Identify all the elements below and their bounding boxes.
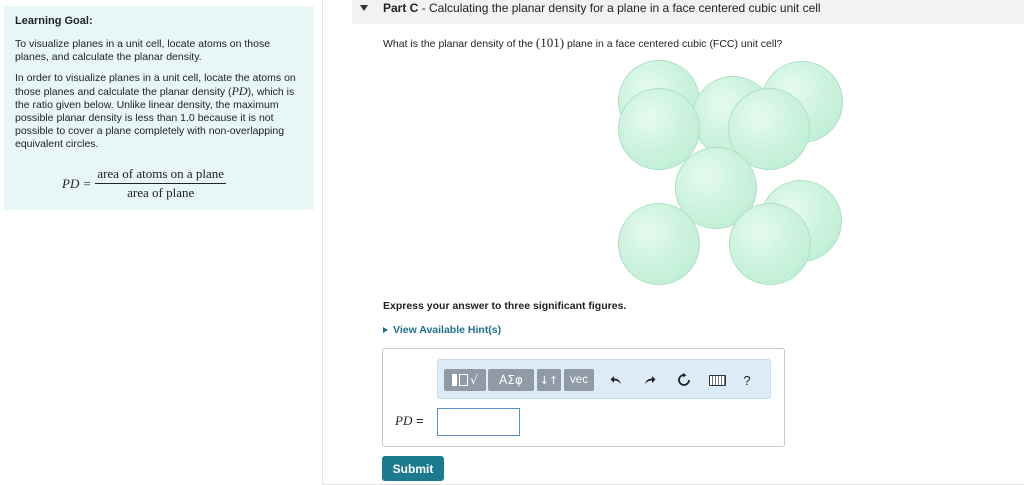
learning-goal-description: In order to visualize planes in a unit c… <box>15 72 303 151</box>
formula-numerator: area of atoms on a plane <box>95 166 227 184</box>
greek-symbols-button[interactable]: ΑΣφ <box>488 369 534 391</box>
answer-box: √ ΑΣφ ↓↑ vec ? PD = <box>382 348 785 447</box>
view-hints-link[interactable]: View Available Hint(s) <box>383 324 501 336</box>
formula-lhs: PD = <box>62 175 92 191</box>
redo-icon[interactable] <box>642 369 658 391</box>
plane-index: (101) <box>535 35 565 50</box>
learning-goal-title: Learning Goal: <box>15 15 93 27</box>
help-icon[interactable]: ? <box>741 369 753 391</box>
submit-button[interactable]: Submit <box>382 456 444 481</box>
math-toolbar: √ ΑΣφ ↓↑ vec ? <box>437 359 771 399</box>
atom-sphere <box>618 203 700 285</box>
answer-instruction: Express your answer to three significant… <box>383 300 627 312</box>
atom-sphere <box>729 203 811 285</box>
planar-density-formula: PD = area of atoms on a plane area of pl… <box>62 166 227 201</box>
answer-variable: PD <box>395 413 413 428</box>
undo-icon[interactable] <box>608 369 624 391</box>
formula-denominator: area of plane <box>127 185 195 200</box>
pd-symbol: PD <box>231 84 248 98</box>
fcc-atom-figure <box>610 58 850 293</box>
part-title-text: Calculating the planar density for a pla… <box>429 0 821 15</box>
part-title: Part C - Calculating the planar density … <box>383 1 821 15</box>
part-separator: - <box>418 0 430 15</box>
hint-link-label[interactable]: View Available Hint(s) <box>393 324 501 336</box>
question-after: plane in a face centered cubic (FCC) uni… <box>564 38 783 50</box>
answer-label: PD = <box>395 413 424 429</box>
vector-button[interactable]: vec <box>564 369 594 391</box>
answer-input[interactable] <box>437 408 520 436</box>
sort-arrows-button[interactable]: ↓↑ <box>537 369 561 391</box>
templates-button[interactable]: √ <box>444 369 486 391</box>
answer-equals: = <box>412 413 424 428</box>
formula-fraction: area of atoms on a plane area of plane <box>95 166 227 201</box>
part-label: Part C <box>383 0 419 15</box>
question-before: What is the planar density of the <box>383 38 536 50</box>
expand-triangle-icon <box>383 327 388 333</box>
part-c-header[interactable]: Part C - Calculating the planar density … <box>352 0 1024 24</box>
keyboard-icon[interactable] <box>706 369 728 391</box>
learning-goal-text: To visualize planes in a unit cell, loca… <box>15 38 271 63</box>
question-text: What is the planar density of the (101) … <box>383 35 782 51</box>
panel-divider <box>322 0 323 485</box>
fraction-root-icon: √ <box>452 373 478 387</box>
reset-icon[interactable] <box>675 369 693 391</box>
collapse-caret-icon[interactable] <box>360 5 368 11</box>
